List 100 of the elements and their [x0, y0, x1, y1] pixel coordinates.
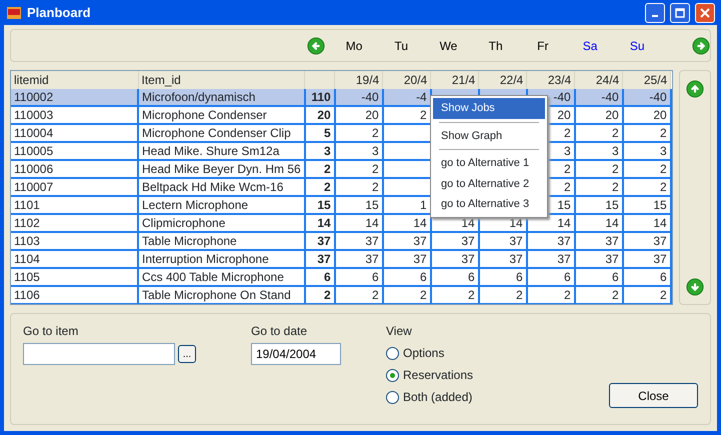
- table-cell: 15: [574, 196, 623, 214]
- table-cell: 2: [574, 160, 623, 178]
- table-cell: 1106: [11, 286, 138, 304]
- close-icon: [700, 8, 710, 18]
- day-label: Mo: [344, 38, 364, 54]
- day-label: Fr: [536, 38, 550, 54]
- minimize-button[interactable]: [645, 2, 665, 22]
- field-label: Go to date: [251, 323, 308, 340]
- column-header: 21/4: [430, 71, 479, 89]
- table-cell: 110007: [11, 178, 138, 196]
- table-cell: -40: [574, 89, 623, 106]
- table-cell: 3: [304, 142, 335, 160]
- table-cell: Head Mike Beyer Dyn. Hm 56: [138, 160, 305, 178]
- table-cell: 14: [622, 214, 671, 232]
- browse-button[interactable]: ...: [178, 345, 196, 363]
- table-cell: 3: [334, 142, 383, 160]
- table-cell: 37: [334, 232, 383, 250]
- table-cell: 6: [334, 268, 383, 286]
- table-cell: 2: [334, 178, 383, 196]
- scroll-down-icon[interactable]: [686, 278, 704, 296]
- table-cell: 3: [574, 142, 623, 160]
- radio-label: Both (added): [403, 389, 472, 406]
- maximize-button[interactable]: [670, 2, 690, 22]
- table-cell: 15: [304, 196, 335, 214]
- table-cell: 20: [334, 106, 383, 124]
- table-cell: 2: [622, 178, 671, 196]
- table-cell: 1102: [11, 214, 138, 232]
- table-cell: 2: [334, 286, 383, 304]
- table-cell: Microphone Condenser: [138, 106, 305, 124]
- table-cell: 37: [334, 250, 383, 268]
- table-cell: Microfoon/dynamisch: [138, 89, 305, 106]
- minimize-icon: [652, 14, 658, 16]
- table-cell: 15: [334, 196, 383, 214]
- table-cell: 37: [478, 250, 527, 268]
- previous-week-icon[interactable]: [306, 36, 325, 54]
- table-cell: Ccs 400 Table Microphone: [138, 268, 305, 286]
- day-label: Su: [628, 38, 646, 54]
- menu-item[interactable]: Show Jobs: [433, 98, 545, 118]
- table-cell: 2: [574, 286, 623, 304]
- table-cell: 15: [622, 196, 671, 214]
- table-cell: Microphone Condenser Clip: [138, 124, 305, 142]
- day-label: We: [438, 38, 458, 54]
- table-cell: 3: [622, 142, 671, 160]
- table-cell: 110006: [11, 160, 138, 178]
- table-cell: 5: [304, 124, 335, 142]
- table-cell: 37: [526, 250, 575, 268]
- column-header: Item_id: [138, 71, 305, 89]
- table-cell: 37: [622, 250, 671, 268]
- column-header: litemid: [11, 71, 138, 89]
- table-cell: 2: [304, 160, 335, 178]
- table-cell: 1105: [11, 268, 138, 286]
- maximize-icon: [675, 8, 685, 18]
- table-cell: Lectern Microphone: [138, 196, 305, 214]
- table-cell: 2: [334, 160, 383, 178]
- table-cell: 2: [622, 124, 671, 142]
- column-header: 19/4: [334, 71, 383, 89]
- table-cell: 2: [526, 286, 575, 304]
- table-cell: 37: [430, 232, 479, 250]
- table-cell: 14: [574, 214, 623, 232]
- table-cell: Interruption Microphone: [138, 250, 305, 268]
- table-cell: 2: [622, 160, 671, 178]
- table-cell: 2: [622, 286, 671, 304]
- table-cell: 2: [334, 124, 383, 142]
- table-cell: 2: [574, 124, 623, 142]
- scroll-up-icon[interactable]: [686, 80, 704, 98]
- table-cell: 20: [574, 106, 623, 124]
- table-cell: Clipmicrophone: [138, 214, 305, 232]
- next-week-icon[interactable]: [692, 36, 710, 54]
- table-cell: 110002: [11, 89, 138, 106]
- table-cell: 37: [430, 250, 479, 268]
- table-cell: 14: [304, 214, 335, 232]
- table-cell: 110005: [11, 142, 138, 160]
- radio-label: Options: [403, 345, 444, 362]
- radio-button[interactable]: [386, 390, 399, 404]
- table-cell: 37: [574, 232, 623, 250]
- column-header: 20/4: [382, 71, 431, 89]
- radio-button[interactable]: [386, 346, 399, 360]
- table-cell: 6: [382, 268, 431, 286]
- radio-label: Reservations: [403, 367, 474, 384]
- app-icon: [6, 4, 22, 20]
- radio-button[interactable]: [386, 368, 399, 382]
- table-cell: Table Microphone On Stand: [138, 286, 305, 304]
- table-cell: 20: [622, 106, 671, 124]
- table-cell: 37: [304, 250, 335, 268]
- table-cell: 37: [574, 250, 623, 268]
- close-button[interactable]: [695, 2, 715, 22]
- table-cell: 6: [304, 268, 335, 286]
- table-cell: 1101: [11, 196, 138, 214]
- day-label: Tu: [394, 38, 410, 54]
- table-cell: 1103: [11, 232, 138, 250]
- date-input-field[interactable]: 19/04/2004: [251, 343, 341, 365]
- item-input-field[interactable]: [23, 343, 175, 365]
- column-header: 23/4: [526, 71, 575, 89]
- table-cell: -4: [382, 89, 431, 106]
- table-cell: Head Mike. Shure Sm12a: [138, 142, 305, 160]
- day-label: Th: [488, 38, 504, 54]
- table-cell: 2: [478, 286, 527, 304]
- close-dialog-button[interactable]: Close: [609, 383, 698, 408]
- field-label: Go to item: [23, 323, 80, 340]
- table-cell: Beltpack Hd Mike Wcm-16: [138, 178, 305, 196]
